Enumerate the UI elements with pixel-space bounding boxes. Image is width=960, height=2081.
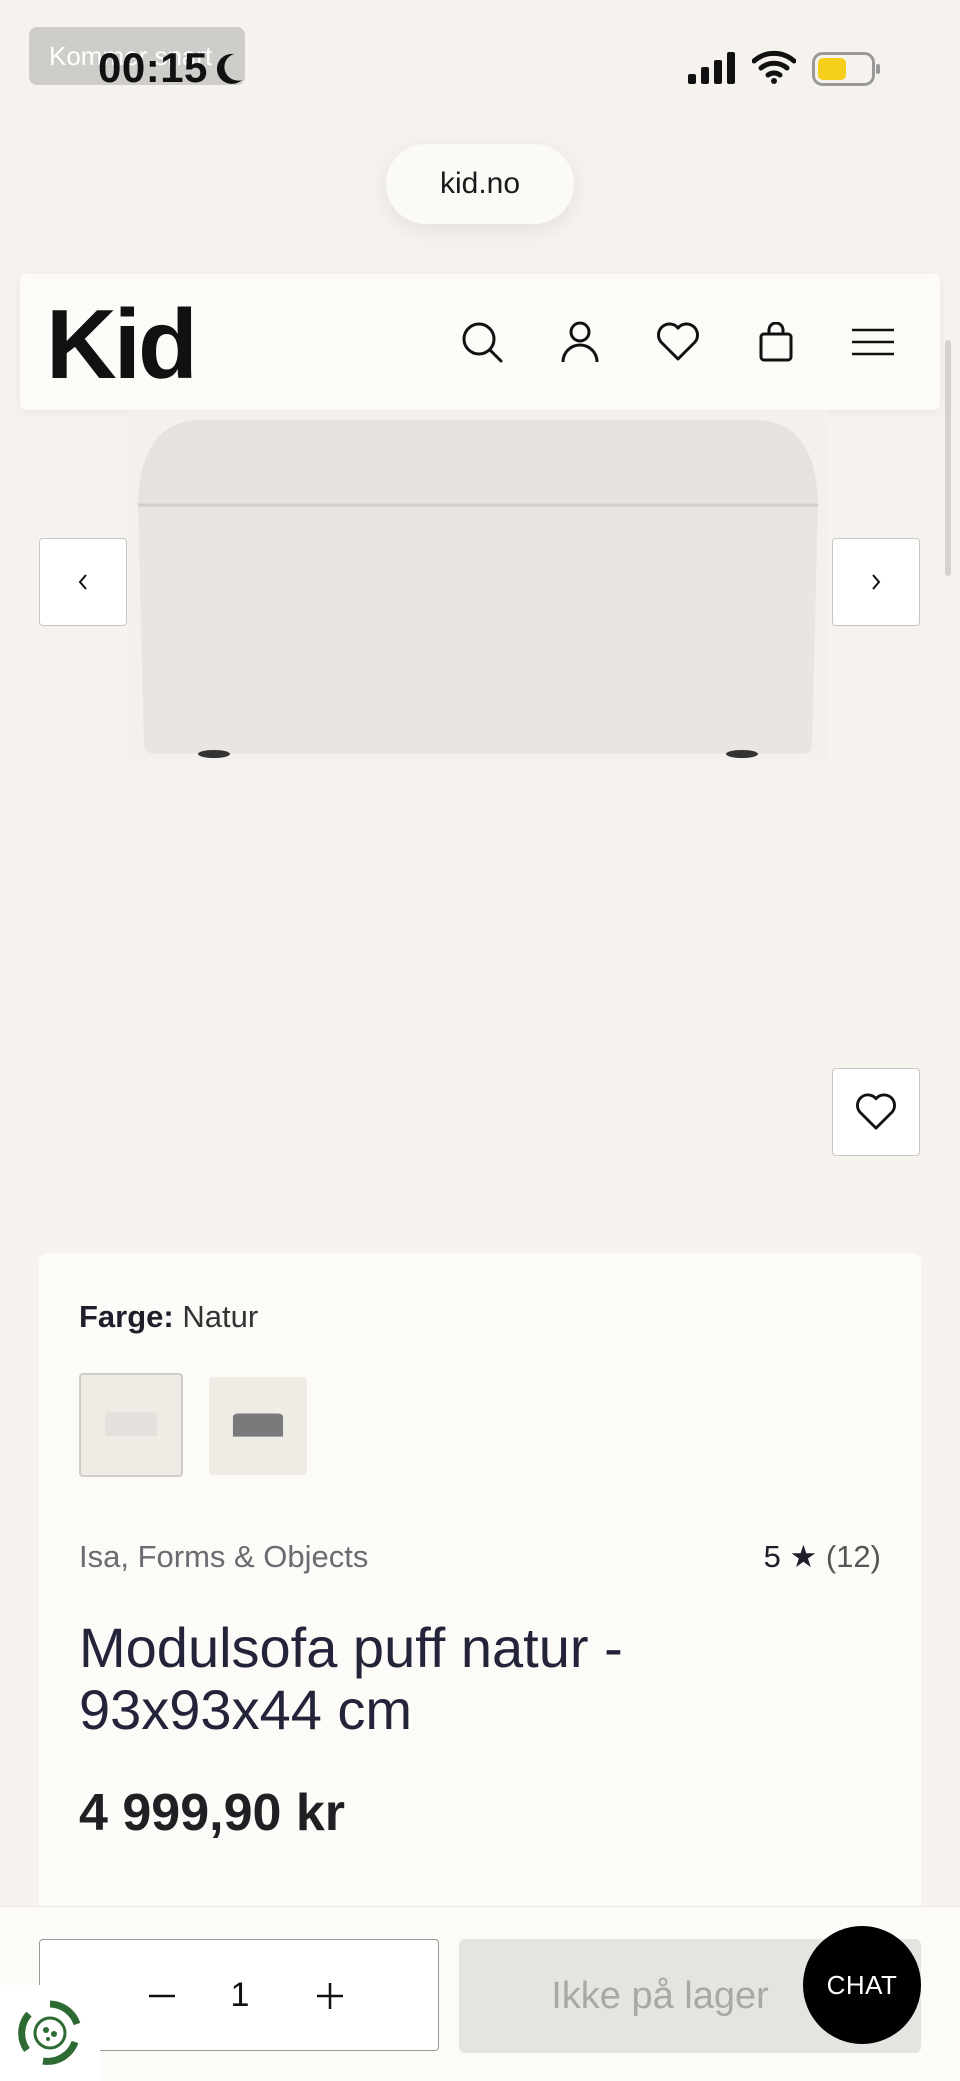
user-icon[interactable] [554, 316, 606, 368]
product-info-card: Farge: Natur Isa, Forms & Objects 5 ★ (1… [39, 1253, 921, 1973]
rating-value: 5 [763, 1539, 781, 1574]
color-value: Natur [182, 1299, 259, 1334]
chat-button[interactable]: CHAT [803, 1926, 921, 2044]
quantity-value: 1 [230, 1976, 250, 2014]
url-bar[interactable]: kid.no [386, 144, 574, 224]
minus-icon [149, 1994, 175, 1998]
color-swatch-grey[interactable] [209, 1377, 307, 1475]
site-logo[interactable]: Kid [46, 294, 198, 394]
bag-icon[interactable] [750, 316, 802, 368]
menu-icon[interactable] [846, 316, 900, 368]
search-icon[interactable] [456, 316, 508, 368]
color-selector-label: Farge: Natur [79, 1299, 258, 1335]
product-rating[interactable]: 5 ★ (12) [764, 1539, 881, 1575]
site-header: Kid [20, 274, 940, 410]
chevron-right-icon [872, 574, 881, 590]
color-label: Farge: [79, 1299, 174, 1334]
battery-icon [812, 52, 880, 86]
product-title: Modulsofa puff natur - 93x93x44 cm [79, 1616, 623, 1741]
status-bar: Kommer snart 00:15 [0, 0, 960, 140]
heart-icon[interactable] [652, 316, 704, 368]
next-image-button[interactable] [832, 538, 920, 626]
prev-image-button[interactable] [39, 538, 127, 626]
increase-quantity-button[interactable] [302, 1968, 358, 2024]
plus-icon [317, 1983, 343, 2009]
color-swatch-natur[interactable] [79, 1373, 183, 1477]
wishlist-button[interactable] [832, 1068, 920, 1156]
recycle-badge[interactable] [0, 1985, 100, 2081]
product-gallery[interactable] [0, 410, 960, 1170]
page-scrollbar[interactable] [945, 340, 951, 576]
status-time: 00:15 [98, 44, 208, 91]
product-image [128, 410, 828, 760]
decrease-quantity-button[interactable] [134, 1968, 190, 2024]
recycle-icon [18, 2000, 81, 2065]
wifi-icon [752, 50, 796, 84]
signal-icon [688, 52, 735, 84]
product-price: 4 999,90 kr [79, 1784, 346, 1842]
product-brand[interactable]: Isa, Forms & Objects [79, 1539, 368, 1575]
rating-count: (12) [825, 1539, 881, 1574]
chevron-left-icon [78, 574, 87, 590]
heart-icon [856, 1093, 896, 1130]
moon-icon [216, 53, 242, 84]
star-icon: ★ [789, 1539, 818, 1574]
